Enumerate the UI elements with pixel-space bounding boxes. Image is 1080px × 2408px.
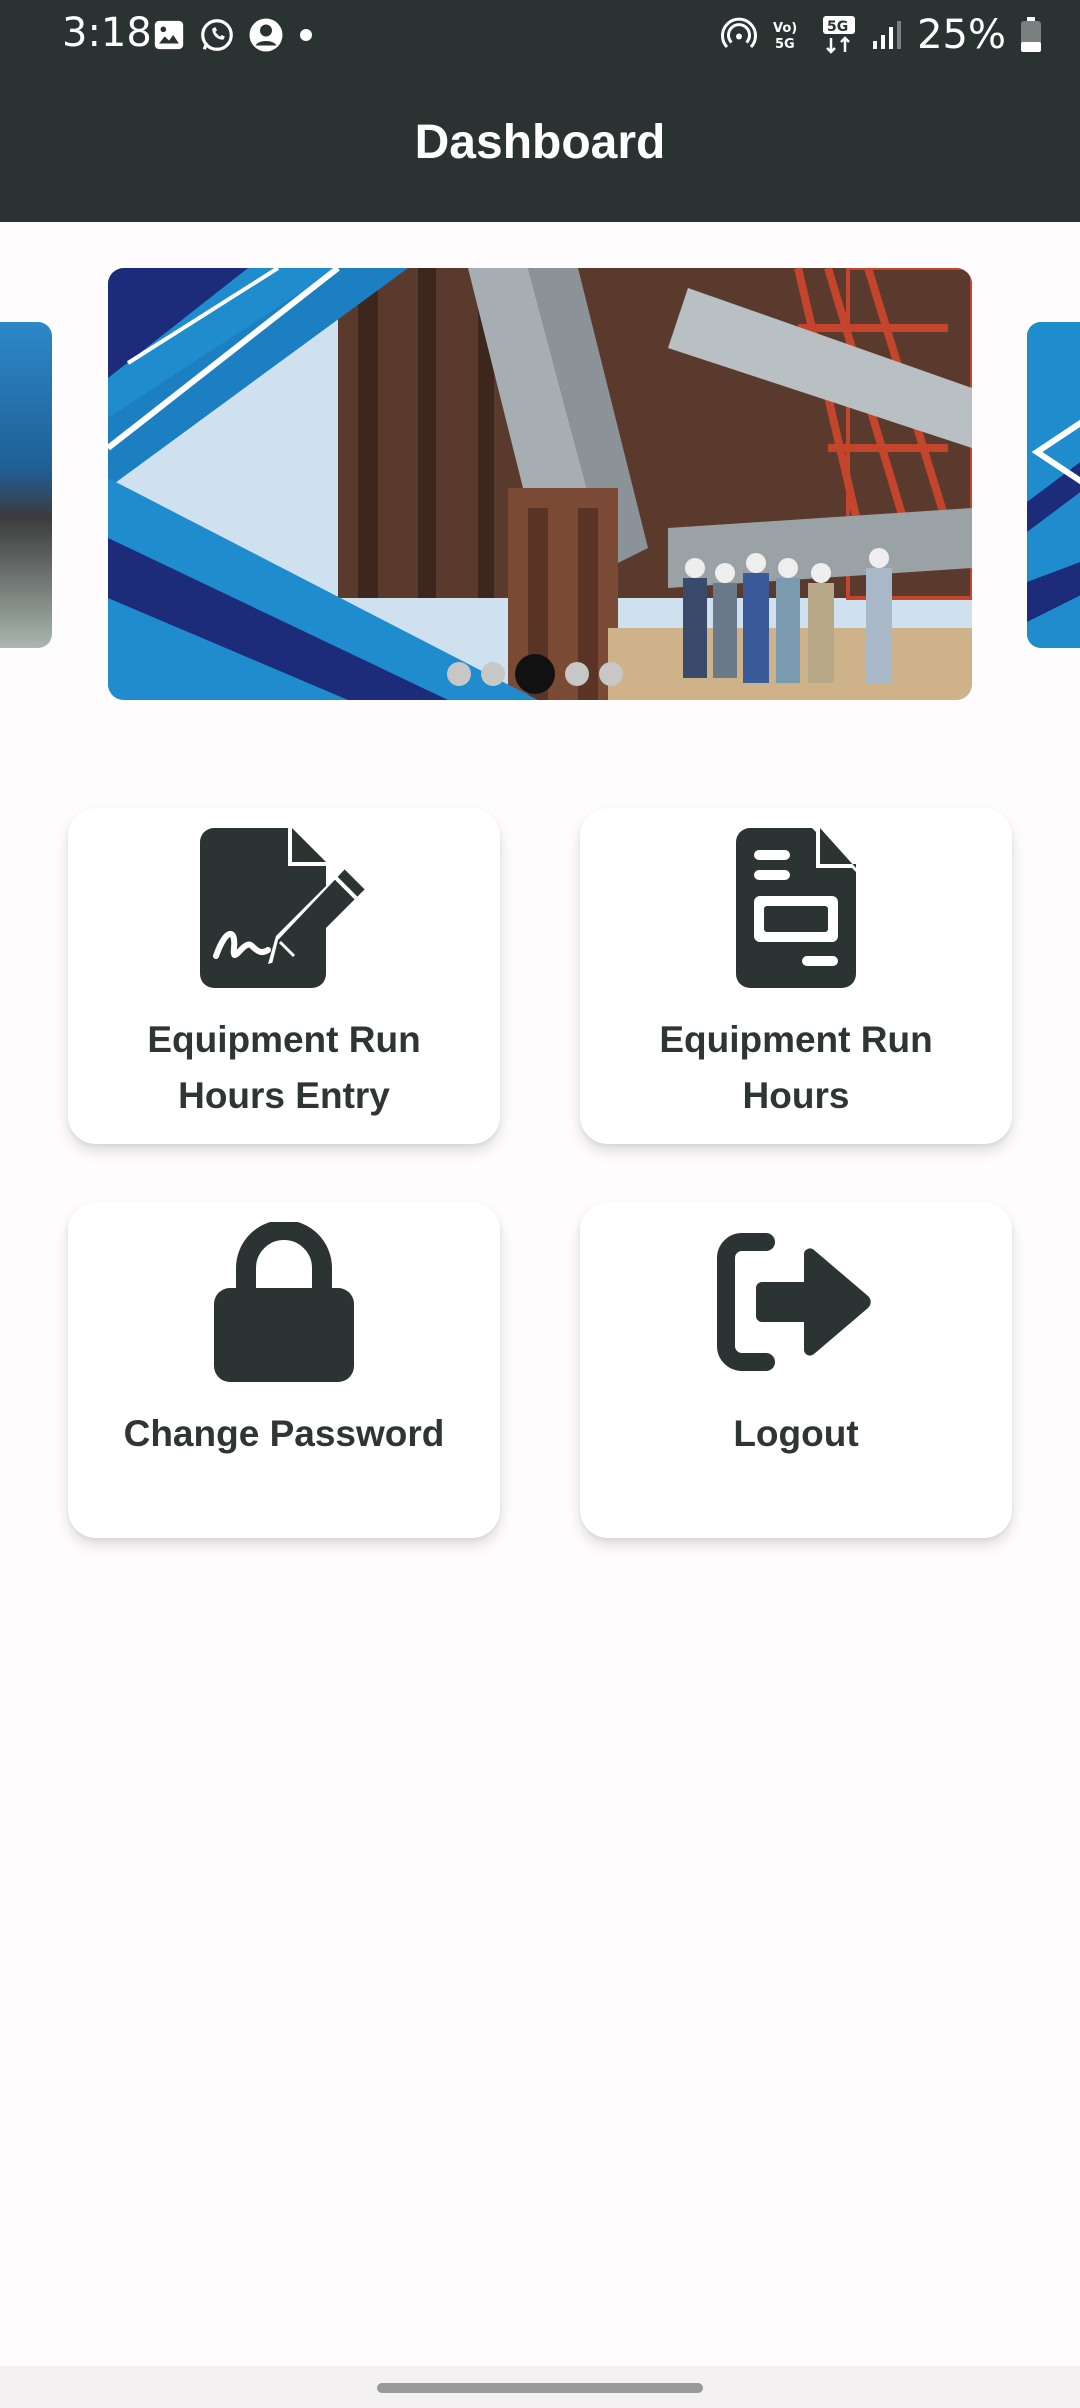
signal-icon bbox=[873, 21, 902, 49]
equipment-run-hours-card[interactable]: Equipment Run Hours bbox=[580, 808, 1012, 1144]
card-label: Logout bbox=[733, 1413, 859, 1454]
home-indicator[interactable] bbox=[377, 2383, 703, 2393]
status-bar: 3:18 Vo) 5G 5G 25% bbox=[0, 0, 1080, 70]
image-carousel[interactable] bbox=[0, 222, 1080, 742]
logout-card[interactable]: Logout bbox=[580, 1202, 1012, 1538]
whatsapp-icon bbox=[201, 19, 233, 51]
carousel-dot[interactable] bbox=[599, 662, 623, 686]
account-icon bbox=[249, 18, 283, 52]
svg-text:Vo): Vo) bbox=[773, 21, 797, 36]
card-label: Equipment Run Hours Entry bbox=[147, 1019, 421, 1116]
svg-text:5G: 5G bbox=[827, 19, 848, 35]
carousel-slide-previous[interactable] bbox=[0, 322, 52, 648]
dot-icon bbox=[300, 29, 312, 41]
carousel-dot[interactable] bbox=[481, 662, 505, 686]
carousel-indicator bbox=[108, 654, 972, 694]
status-time: 3:18 bbox=[62, 10, 152, 56]
carousel-slide-next[interactable] bbox=[1027, 322, 1080, 648]
equipment-run-hours-entry-card[interactable]: Equipment Run Hours Entry bbox=[68, 808, 500, 1144]
carousel-dot-active[interactable] bbox=[515, 654, 555, 694]
carousel-slide-active[interactable] bbox=[108, 268, 972, 700]
card-label: Change Password bbox=[123, 1413, 445, 1454]
carousel-dot[interactable] bbox=[565, 662, 589, 686]
svg-text:5G: 5G bbox=[775, 37, 795, 52]
file-signature-icon bbox=[196, 828, 372, 988]
change-password-card[interactable]: Change Password bbox=[68, 1202, 500, 1538]
hotspot-icon bbox=[721, 17, 758, 49]
logout-icon bbox=[716, 1222, 876, 1382]
volte-icon: Vo)5G bbox=[773, 21, 797, 52]
5g-icon: 5G bbox=[823, 16, 856, 54]
slide-next-preview bbox=[1027, 322, 1080, 648]
construction-photo bbox=[108, 268, 972, 700]
gallery-icon bbox=[154, 20, 184, 50]
lock-icon bbox=[214, 1222, 354, 1382]
document-icon bbox=[736, 828, 856, 988]
battery-percent: 25% bbox=[917, 12, 1006, 58]
carousel-dot[interactable] bbox=[447, 662, 471, 686]
battery-icon bbox=[1021, 17, 1041, 52]
page-title: Dashboard bbox=[414, 115, 666, 169]
system-icons: Vo) 5G 5G 25% bbox=[721, 12, 1042, 58]
notification-icons bbox=[152, 16, 316, 54]
app-bar: Dashboard bbox=[0, 70, 1080, 222]
card-label: Equipment Run Hours bbox=[659, 1019, 933, 1116]
